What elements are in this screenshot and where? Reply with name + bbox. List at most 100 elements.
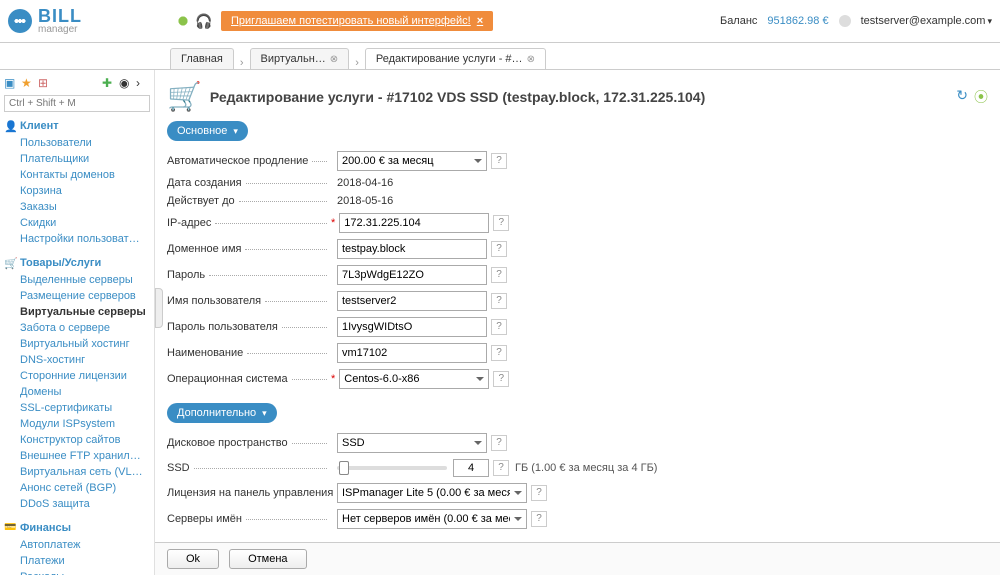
nav-user-settings[interactable]: Настройки пользоват…	[4, 231, 150, 247]
label-disk: Дисковое пространство	[167, 437, 288, 449]
name-input[interactable]	[337, 343, 487, 363]
close-icon[interactable]: ⊗	[330, 54, 338, 65]
chevron-right-icon: ›	[238, 57, 246, 69]
search-input[interactable]	[4, 95, 150, 112]
hint-icon[interactable]: ?	[491, 153, 507, 169]
refresh-icon[interactable]	[956, 87, 968, 107]
nav-care[interactable]: Забота о сервере	[4, 320, 150, 336]
list-icon[interactable]	[38, 76, 52, 90]
label-ssd: SSD	[167, 462, 190, 474]
nav-payers[interactable]: Плательщики	[4, 151, 150, 167]
nav-shared[interactable]: Виртуальный хостинг	[4, 336, 150, 352]
userpass-input[interactable]	[337, 317, 487, 337]
label-expires: Действует до	[167, 195, 235, 207]
hint-icon[interactable]: ?	[491, 241, 507, 257]
nav-domains[interactable]: Домены	[4, 384, 150, 400]
logo-text-bottom: manager	[38, 25, 82, 34]
label-username: Имя пользователя	[167, 295, 261, 307]
nav-colocation[interactable]: Размещение серверов	[4, 288, 150, 304]
nav-sitebuilder[interactable]: Конструктор сайтов	[4, 432, 150, 448]
ok-button[interactable]: Ok	[167, 549, 219, 569]
nav-vlan[interactable]: Виртуальная сеть (VL…	[4, 464, 150, 480]
label-ip: IP-адрес	[167, 217, 211, 229]
new-ui-banner[interactable]: Приглашаем потестировать новый интерфейс…	[221, 11, 493, 31]
ip-input[interactable]	[339, 213, 489, 233]
required-mark: *	[331, 217, 335, 229]
nav-group-client[interactable]: Клиент	[4, 120, 150, 132]
logo[interactable]: BILL manager	[8, 8, 163, 33]
nav-cart[interactable]: Корзина	[4, 183, 150, 199]
os-select[interactable]: Centos-6.0-x86	[339, 369, 489, 389]
hint-icon[interactable]: ?	[531, 485, 547, 501]
disk-select[interactable]: SSD	[337, 433, 487, 453]
hint-icon[interactable]: ?	[491, 345, 507, 361]
label-name: Наименование	[167, 347, 243, 359]
cancel-button[interactable]: Отмена	[229, 549, 306, 569]
hint-icon[interactable]: ?	[491, 319, 507, 335]
nav-autopay[interactable]: Автоплатеж	[4, 537, 150, 553]
close-icon[interactable]: ⊗	[527, 54, 535, 65]
nav-ssl[interactable]: SSL-сертификаты	[4, 400, 150, 416]
status-icon[interactable]	[175, 13, 191, 29]
created-value: 2018-04-16	[337, 177, 393, 189]
nav-discounts[interactable]: Скидки	[4, 215, 150, 231]
ssd-slider[interactable]	[337, 466, 447, 470]
tab-home[interactable]: Главная	[170, 48, 234, 69]
tab-virtual[interactable]: Виртуальн…⊗	[250, 48, 350, 69]
nav-licenses[interactable]: Сторонние лицензии	[4, 368, 150, 384]
nav-payments[interactable]: Платежи	[4, 553, 150, 569]
nav-ddos[interactable]: DDoS защита	[4, 496, 150, 512]
nav-users[interactable]: Пользователи	[4, 135, 150, 151]
nav-bgp[interactable]: Анонс сетей (BGP)	[4, 480, 150, 496]
ssd-qty-input[interactable]	[453, 459, 489, 477]
auto-renew-select[interactable]: 200.00 € за месяц	[337, 151, 487, 171]
nav-group-finance[interactable]: Финансы	[4, 522, 150, 534]
hint-icon[interactable]: ?	[491, 435, 507, 451]
nav-orders[interactable]: Заказы	[4, 199, 150, 215]
nav-group-services[interactable]: Товары/Услуги	[4, 257, 150, 269]
hint-icon[interactable]: ?	[491, 267, 507, 283]
label-os: Операционная система	[167, 373, 288, 385]
nav-dns[interactable]: DNS-хостинг	[4, 352, 150, 368]
sidebar: Клиент Пользователи Плательщики Контакты…	[0, 70, 155, 575]
hint-icon[interactable]: ?	[493, 215, 509, 231]
label-panel: Лицензия на панель управления	[167, 487, 333, 499]
star-icon[interactable]	[21, 76, 35, 90]
domain-input[interactable]	[337, 239, 487, 259]
nav-isp-modules[interactable]: Модули ISPsystem	[4, 416, 150, 432]
nav-vds[interactable]: Виртуальные серверы	[4, 304, 150, 320]
user-icon[interactable]	[839, 15, 851, 27]
panel-select[interactable]: ISPmanager Lite 5 (0.00 € за месяц)	[337, 483, 527, 503]
slider-handle[interactable]	[339, 461, 349, 475]
hint-icon[interactable]: ?	[491, 293, 507, 309]
label-domain: Доменное имя	[167, 243, 241, 255]
close-icon[interactable]: ×	[477, 15, 483, 27]
ns-select[interactable]: Нет серверов имён (0.00 € за месяц)	[337, 509, 527, 529]
plus-icon[interactable]	[102, 76, 116, 90]
hint-icon[interactable]: ?	[493, 460, 509, 476]
support-icon[interactable]	[195, 13, 211, 29]
nav-domain-contacts[interactable]: Контакты доменов	[4, 167, 150, 183]
target-icon[interactable]	[119, 76, 133, 90]
balance-label: Баланс	[720, 15, 757, 27]
hint-icon[interactable]: ?	[493, 371, 509, 387]
nav-expenses[interactable]: Расходы	[4, 569, 150, 575]
chevron-right-icon[interactable]	[136, 76, 150, 90]
balance-value[interactable]: 951862.98 €	[767, 15, 828, 27]
label-password: Пароль	[167, 269, 205, 281]
username-input[interactable]	[337, 291, 487, 311]
label-auto-renew: Автоматическое продление	[167, 155, 308, 167]
tab-edit-service[interactable]: Редактирование услуги - #…⊗	[365, 48, 546, 69]
nav-ftp[interactable]: Внешнее FTP хранил…	[4, 448, 150, 464]
section-addon-toggle[interactable]: Дополнительно	[167, 403, 277, 423]
password-input[interactable]	[337, 265, 487, 285]
label-ns: Серверы имён	[167, 513, 242, 525]
user-menu[interactable]: testserver@example.com	[861, 15, 992, 27]
section-main-toggle[interactable]: Основное	[167, 121, 248, 141]
chevron-right-icon: ›	[353, 57, 361, 69]
project-icon[interactable]	[4, 76, 18, 90]
logo-text-top: BILL	[38, 8, 82, 24]
hint-icon[interactable]: ?	[531, 511, 547, 527]
help-icon[interactable]	[974, 87, 988, 107]
nav-dedicated[interactable]: Выделенные серверы	[4, 272, 150, 288]
